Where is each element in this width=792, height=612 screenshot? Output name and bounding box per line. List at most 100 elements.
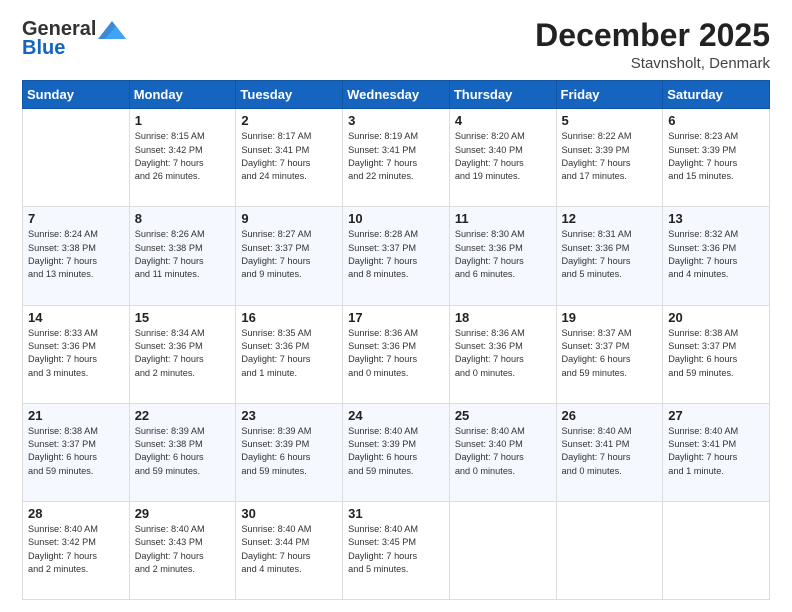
- day-info: Sunrise: 8:36 AM Sunset: 3:36 PM Dayligh…: [455, 327, 551, 380]
- day-info: Sunrise: 8:37 AM Sunset: 3:37 PM Dayligh…: [562, 327, 658, 380]
- day-number: 11: [455, 211, 551, 226]
- day-info: Sunrise: 8:38 AM Sunset: 3:37 PM Dayligh…: [668, 327, 764, 380]
- day-info: Sunrise: 8:22 AM Sunset: 3:39 PM Dayligh…: [562, 130, 658, 183]
- logo-icon: [98, 21, 126, 39]
- day-info: Sunrise: 8:24 AM Sunset: 3:38 PM Dayligh…: [28, 228, 124, 281]
- location: Stavnsholt, Denmark: [535, 55, 770, 72]
- calendar-cell: 14Sunrise: 8:33 AM Sunset: 3:36 PM Dayli…: [23, 305, 130, 403]
- weekday-header-monday: Monday: [129, 81, 236, 109]
- weekday-header-thursday: Thursday: [449, 81, 556, 109]
- weekday-header-saturday: Saturday: [663, 81, 770, 109]
- calendar-cell: 28 Sunrise: 8:40 AM Sunset: 3:42 PM Dayli…: [23, 501, 130, 599]
- day-info: Sunrise: 8:36 AM Sunset: 3:36 PM Dayligh…: [348, 327, 444, 380]
- day-info: Sunrise: 8:19 AM Sunset: 3:41 PM Dayligh…: [348, 130, 444, 183]
- day-number: 16: [241, 310, 337, 325]
- week-row-2: 7Sunrise: 8:24 AM Sunset: 3:38 PM Daylig…: [23, 207, 770, 305]
- week-row-5: 28 Sunrise: 8:40 AM Sunset: 3:42 PM Dayli…: [23, 501, 770, 599]
- day-info: Sunrise: 8:39 AM Sunset: 3:38 PM Dayligh…: [135, 425, 231, 478]
- day-number: 1: [135, 113, 231, 128]
- day-info: Sunrise: 8:28 AM Sunset: 3:37 PM Dayligh…: [348, 228, 444, 281]
- weekday-header-wednesday: Wednesday: [343, 81, 450, 109]
- calendar-cell: 21 Sunrise: 8:38 AM Sunset: 3:37 PM Dayli…: [23, 403, 130, 501]
- day-number: 6: [668, 113, 764, 128]
- calendar-cell: 8 Sunrise: 8:26 AM Sunset: 3:38 PM Daylig…: [129, 207, 236, 305]
- calendar-cell: 22 Sunrise: 8:39 AM Sunset: 3:38 PM Dayli…: [129, 403, 236, 501]
- weekday-header-row: SundayMondayTuesdayWednesdayThursdayFrid…: [23, 81, 770, 109]
- week-row-4: 21 Sunrise: 8:38 AM Sunset: 3:37 PM Dayli…: [23, 403, 770, 501]
- header: General Blue December 2025 Stavnsholt, D…: [22, 18, 770, 72]
- calendar-cell: 18 Sunrise: 8:36 AM Sunset: 3:36 PM Dayli…: [449, 305, 556, 403]
- day-number: 3: [348, 113, 444, 128]
- calendar-cell: 4 Sunrise: 8:20 AM Sunset: 3:40 PM Daylig…: [449, 109, 556, 207]
- calendar-cell: [23, 109, 130, 207]
- calendar-table: SundayMondayTuesdayWednesdayThursdayFrid…: [22, 80, 770, 600]
- day-number: 14: [28, 310, 124, 325]
- calendar-cell: 23Sunrise: 8:39 AM Sunset: 3:39 PM Dayli…: [236, 403, 343, 501]
- day-info: Sunrise: 8:34 AM Sunset: 3:36 PM Dayligh…: [135, 327, 231, 380]
- calendar-cell: 12 Sunrise: 8:31 AM Sunset: 3:36 PM Dayli…: [556, 207, 663, 305]
- calendar-cell: 6 Sunrise: 8:23 AM Sunset: 3:39 PM Daylig…: [663, 109, 770, 207]
- calendar-cell: 26Sunrise: 8:40 AM Sunset: 3:41 PM Dayli…: [556, 403, 663, 501]
- day-info: Sunrise: 8:31 AM Sunset: 3:36 PM Dayligh…: [562, 228, 658, 281]
- day-info: Sunrise: 8:40 AM Sunset: 3:43 PM Dayligh…: [135, 523, 231, 576]
- calendar-cell: 9Sunrise: 8:27 AM Sunset: 3:37 PM Daylig…: [236, 207, 343, 305]
- day-number: 2: [241, 113, 337, 128]
- day-info: Sunrise: 8:40 AM Sunset: 3:42 PM Dayligh…: [28, 523, 124, 576]
- calendar-cell: 30 Sunrise: 8:40 AM Sunset: 3:44 PM Dayli…: [236, 501, 343, 599]
- calendar-cell: 19 Sunrise: 8:37 AM Sunset: 3:37 PM Dayli…: [556, 305, 663, 403]
- calendar-cell: 3 Sunrise: 8:19 AM Sunset: 3:41 PM Daylig…: [343, 109, 450, 207]
- calendar-cell: 17 Sunrise: 8:36 AM Sunset: 3:36 PM Dayli…: [343, 305, 450, 403]
- weekday-header-sunday: Sunday: [23, 81, 130, 109]
- day-info: Sunrise: 8:40 AM Sunset: 3:44 PM Dayligh…: [241, 523, 337, 576]
- day-number: 12: [562, 211, 658, 226]
- day-info: Sunrise: 8:20 AM Sunset: 3:40 PM Dayligh…: [455, 130, 551, 183]
- page: General Blue December 2025 Stavnsholt, D…: [0, 0, 792, 612]
- day-info: Sunrise: 8:26 AM Sunset: 3:38 PM Dayligh…: [135, 228, 231, 281]
- calendar-cell: 29 Sunrise: 8:40 AM Sunset: 3:43 PM Dayli…: [129, 501, 236, 599]
- day-number: 29: [135, 506, 231, 521]
- calendar-cell: 13Sunrise: 8:32 AM Sunset: 3:36 PM Dayli…: [663, 207, 770, 305]
- day-info: Sunrise: 8:40 AM Sunset: 3:45 PM Dayligh…: [348, 523, 444, 576]
- calendar-cell: [663, 501, 770, 599]
- day-info: Sunrise: 8:40 AM Sunset: 3:41 PM Dayligh…: [668, 425, 764, 478]
- calendar-cell: [556, 501, 663, 599]
- calendar-cell: 15 Sunrise: 8:34 AM Sunset: 3:36 PM Dayli…: [129, 305, 236, 403]
- calendar-cell: 1Sunrise: 8:15 AM Sunset: 3:42 PM Daylig…: [129, 109, 236, 207]
- calendar-cell: 11 Sunrise: 8:30 AM Sunset: 3:36 PM Dayli…: [449, 207, 556, 305]
- day-number: 4: [455, 113, 551, 128]
- day-info: Sunrise: 8:39 AM Sunset: 3:39 PM Dayligh…: [241, 425, 337, 478]
- calendar-cell: 27Sunrise: 8:40 AM Sunset: 3:41 PM Dayli…: [663, 403, 770, 501]
- day-number: 31: [348, 506, 444, 521]
- day-number: 17: [348, 310, 444, 325]
- day-info: Sunrise: 8:27 AM Sunset: 3:37 PM Dayligh…: [241, 228, 337, 281]
- weekday-header-friday: Friday: [556, 81, 663, 109]
- day-number: 22: [135, 408, 231, 423]
- day-number: 8: [135, 211, 231, 226]
- calendar-cell: 10 Sunrise: 8:28 AM Sunset: 3:37 PM Dayli…: [343, 207, 450, 305]
- calendar-cell: 25 Sunrise: 8:40 AM Sunset: 3:40 PM Dayli…: [449, 403, 556, 501]
- day-info: Sunrise: 8:40 AM Sunset: 3:40 PM Dayligh…: [455, 425, 551, 478]
- day-number: 24: [348, 408, 444, 423]
- logo-blue: Blue: [22, 37, 65, 60]
- calendar-cell: 5 Sunrise: 8:22 AM Sunset: 3:39 PM Daylig…: [556, 109, 663, 207]
- month-title: December 2025: [535, 18, 770, 53]
- calendar-cell: 7Sunrise: 8:24 AM Sunset: 3:38 PM Daylig…: [23, 207, 130, 305]
- calendar-cell: 31 Sunrise: 8:40 AM Sunset: 3:45 PM Dayli…: [343, 501, 450, 599]
- day-info: Sunrise: 8:17 AM Sunset: 3:41 PM Dayligh…: [241, 130, 337, 183]
- day-number: 18: [455, 310, 551, 325]
- week-row-1: 1Sunrise: 8:15 AM Sunset: 3:42 PM Daylig…: [23, 109, 770, 207]
- day-number: 10: [348, 211, 444, 226]
- day-number: 28: [28, 506, 124, 521]
- day-info: Sunrise: 8:35 AM Sunset: 3:36 PM Dayligh…: [241, 327, 337, 380]
- day-info: Sunrise: 8:38 AM Sunset: 3:37 PM Dayligh…: [28, 425, 124, 478]
- logo: General Blue: [22, 18, 126, 60]
- day-info: Sunrise: 8:30 AM Sunset: 3:36 PM Dayligh…: [455, 228, 551, 281]
- title-area: December 2025 Stavnsholt, Denmark: [535, 18, 770, 72]
- day-number: 30: [241, 506, 337, 521]
- day-number: 25: [455, 408, 551, 423]
- day-number: 15: [135, 310, 231, 325]
- day-number: 19: [562, 310, 658, 325]
- day-number: 21: [28, 408, 124, 423]
- day-number: 5: [562, 113, 658, 128]
- day-info: Sunrise: 8:23 AM Sunset: 3:39 PM Dayligh…: [668, 130, 764, 183]
